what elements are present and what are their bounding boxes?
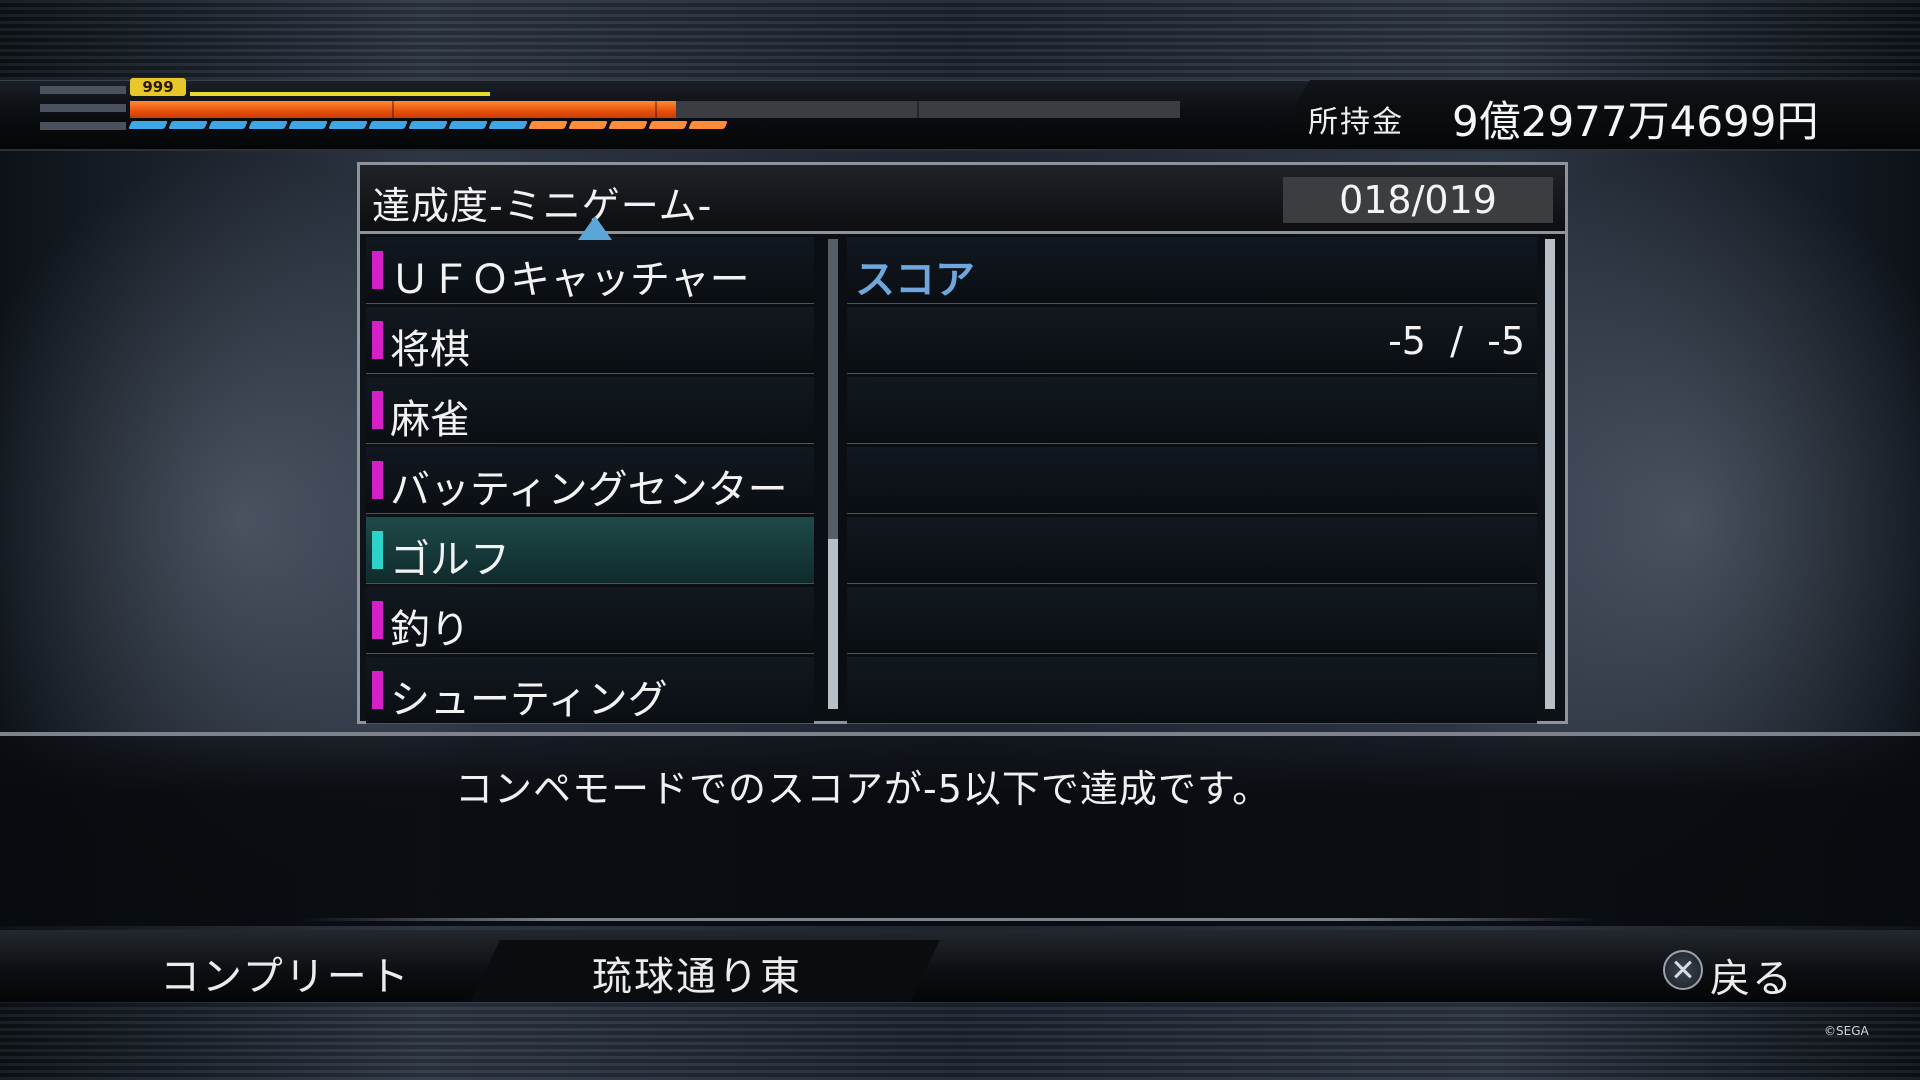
heat-segment — [288, 121, 328, 129]
detail-row — [847, 587, 1537, 654]
heat-segment — [488, 121, 528, 129]
category-marker — [372, 321, 383, 359]
detail-row — [847, 377, 1537, 444]
money-label: 所持金 — [1308, 105, 1404, 140]
category-item[interactable]: ＵＦＯキャッチャー — [366, 237, 814, 304]
completion-count: 018/019 — [1283, 177, 1553, 223]
health-bar — [130, 101, 1180, 118]
achievement-panel: 達成度-ミニゲーム- 018/019 ＵＦＯキャッチャー 将棋麻雀バッティングセン… — [357, 162, 1568, 724]
heat-segment — [328, 121, 368, 129]
hud-bar-stub — [40, 104, 126, 112]
top-scanlines — [0, 0, 1920, 80]
health-bar-tick — [392, 101, 394, 118]
level-badge: 999 — [130, 78, 186, 96]
detail-row — [847, 517, 1537, 584]
category-marker — [372, 671, 383, 709]
detail-list: スコア -5 / -5 — [847, 237, 1539, 727]
detail-row — [847, 447, 1537, 514]
category-label: バッティングセンター — [390, 467, 788, 513]
heat-segment — [568, 121, 608, 129]
bottom-scanlines — [0, 1000, 1920, 1080]
location-label: 琉球通り東 — [592, 954, 802, 1000]
hud-bar-stub — [40, 122, 126, 130]
detail-score-row: -5 / -5 — [847, 307, 1537, 374]
category-label: シューティング — [390, 677, 668, 723]
hud-bar-stub — [40, 86, 126, 94]
complete-label: コンプリート — [160, 954, 411, 1000]
category-item[interactable]: ゴルフ — [366, 517, 814, 584]
category-label: ゴルフ — [390, 537, 510, 583]
heat-gauge — [128, 121, 730, 129]
heat-segment — [128, 121, 168, 129]
panel-title-bar: 達成度-ミニゲーム- 018/019 — [360, 165, 1565, 234]
detail-header-row: スコア — [847, 237, 1537, 304]
heat-segment — [608, 121, 648, 129]
heat-segment — [168, 121, 208, 129]
heat-segment — [368, 121, 408, 129]
money-value: 9億2977万4699円 — [1452, 97, 1819, 146]
detail-header: スコア — [855, 257, 975, 303]
category-scrollbar-thumb[interactable] — [828, 539, 838, 709]
description-divider — [300, 918, 1600, 921]
health-bar-tick — [655, 101, 657, 118]
health-bar-tick — [917, 101, 919, 118]
heat-segment — [408, 121, 448, 129]
category-label: 麻雀 — [390, 397, 470, 443]
heat-segment — [248, 121, 288, 129]
category-marker — [372, 531, 383, 569]
heat-segment — [648, 121, 688, 129]
category-scrollbar[interactable] — [828, 239, 838, 709]
scroll-up-arrow-icon[interactable] — [578, 216, 612, 240]
copyright: ©SEGA — [1824, 1024, 1869, 1038]
heat-segment — [208, 121, 248, 129]
category-item[interactable]: 釣り — [366, 587, 814, 654]
experience-bar — [190, 92, 490, 96]
category-label: 将棋 — [390, 327, 470, 373]
category-item[interactable]: 将棋 — [366, 307, 814, 374]
detail-scrollbar[interactable] — [1545, 239, 1555, 709]
category-marker — [372, 461, 383, 499]
category-item[interactable]: シューティング — [366, 657, 814, 724]
category-list: ＵＦＯキャッチャー 将棋麻雀バッティングセンター ゴルフ釣りシューティング — [366, 237, 816, 727]
detail-row — [847, 657, 1537, 724]
category-marker — [372, 251, 383, 289]
health-bar-fill — [130, 101, 676, 118]
category-marker — [372, 601, 383, 639]
category-marker — [372, 391, 383, 429]
category-item[interactable]: 麻雀 — [366, 377, 814, 444]
heat-segment — [448, 121, 488, 129]
panel-title: 達成度-ミニゲーム- — [372, 184, 713, 228]
heat-segment — [688, 121, 728, 129]
cross-button-icon[interactable] — [1663, 950, 1703, 990]
category-label: ＵＦＯキャッチャー — [390, 257, 750, 303]
category-label: 釣り — [390, 607, 470, 653]
description-text: コンペモードでのスコアが-5以下で達成です。 — [455, 767, 1272, 811]
heat-segment — [528, 121, 568, 129]
back-button[interactable]: 戻る — [1710, 946, 1794, 1004]
detail-score: -5 / -5 — [1388, 319, 1525, 363]
category-item[interactable]: バッティングセンター — [366, 447, 814, 514]
